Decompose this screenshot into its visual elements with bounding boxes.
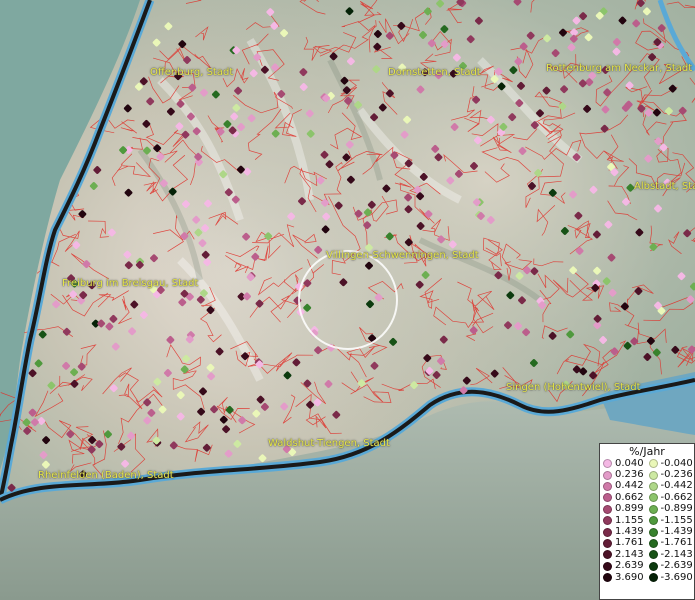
legend-row: -0.662 — [648, 491, 695, 503]
city-label-albstadt[interactable]: Albstadt, Stadt — [634, 181, 695, 192]
legend-row: -1.439 — [648, 526, 695, 538]
legend-swatch — [648, 550, 658, 560]
map-legend: %/Jahr 0.040 0.236 0.442 0.662 0.899 1.155 1.4… — [599, 443, 695, 600]
legend-row: 2.639 — [603, 561, 649, 572]
legend-value: -0.442 — [660, 480, 693, 492]
legend-value: 0.236 — [615, 469, 644, 481]
city-label-villingen[interactable]: Villingen-Schwenningen, Stadt — [326, 250, 479, 261]
legend-row: 0.040 — [603, 458, 649, 469]
legend-row: -0.899 — [648, 503, 695, 515]
legend-value: 2.143 — [615, 548, 644, 560]
legend-row: 0.899 — [603, 504, 649, 515]
legend-swatch — [603, 573, 612, 583]
legend-row: -1.155 — [648, 514, 695, 526]
legend-positive-column: 0.040 0.236 0.442 0.662 0.899 1.155 1.439 1.761… — [603, 458, 649, 583]
legend-value: -0.236 — [660, 469, 693, 481]
legend-swatch — [603, 527, 612, 537]
city-label-freiburg[interactable]: Freiburg im Breisgau, Stadt — [62, 278, 198, 289]
legend-title: %/Jahr — [629, 445, 665, 458]
legend-swatch — [603, 561, 612, 571]
selection-ring — [298, 250, 398, 350]
legend-row: -3.690 — [648, 571, 695, 583]
legend-value: -2.143 — [660, 548, 693, 560]
legend-row: 1.439 — [603, 526, 649, 537]
city-label-waldshut[interactable]: Waldshut-Tiengen, Stadt — [268, 438, 390, 449]
legend-value: -1.761 — [660, 537, 693, 549]
legend-row: -2.143 — [648, 548, 695, 560]
legend-row: 0.662 — [603, 492, 649, 503]
city-label-rheinfelden[interactable]: Rheinfelden (Baden), Stadt — [38, 470, 174, 481]
legend-swatch — [603, 459, 612, 469]
legend-swatch — [648, 538, 658, 548]
legend-value: -3.690 — [660, 571, 693, 583]
legend-value: -1.439 — [660, 526, 693, 538]
legend-swatch — [603, 550, 612, 560]
legend-value: -2.639 — [660, 560, 693, 572]
legend-row: 1.155 — [603, 515, 649, 526]
legend-value: -0.662 — [660, 491, 693, 503]
legend-swatch — [603, 481, 612, 491]
map-viewport[interactable]: Offenburg, Stadt Dornstetten, Stadt Rott… — [0, 0, 695, 600]
legend-value: 0.899 — [615, 503, 644, 515]
city-label-offenburg[interactable]: Offenburg, Stadt — [150, 67, 233, 78]
legend-value: 1.439 — [615, 526, 644, 538]
legend-row: 2.143 — [603, 549, 649, 560]
legend-value: 0.662 — [615, 491, 644, 503]
city-label-singen[interactable]: Singen (Hohentwiel), Stadt — [506, 382, 641, 393]
legend-swatch — [648, 561, 658, 571]
city-label-dornstetten[interactable]: Dornstetten, Stadt — [388, 67, 481, 78]
legend-row: 1.761 — [603, 538, 649, 549]
legend-swatch — [648, 573, 658, 583]
legend-swatch — [648, 516, 658, 526]
legend-row: -0.236 — [648, 469, 695, 481]
legend-value: 1.761 — [615, 537, 644, 549]
legend-value: 0.040 — [615, 457, 644, 469]
legend-negative-column: -0.040 -0.236 -0.442 -0.662 -0.899 -1.155 -1.4… — [648, 457, 695, 583]
legend-row: -0.040 — [648, 457, 695, 469]
legend-swatch — [603, 516, 612, 526]
legend-row: 0.442 — [603, 481, 649, 492]
legend-row: 0.236 — [603, 469, 649, 480]
city-label-rottenburg[interactable]: Rottenburg am Neckar, Stadt — [546, 63, 692, 74]
legend-value: 2.639 — [615, 560, 644, 572]
legend-value: -0.899 — [660, 503, 693, 515]
legend-swatch — [603, 470, 612, 480]
legend-value: -1.155 — [660, 514, 693, 526]
legend-swatch — [648, 459, 658, 469]
legend-swatch — [648, 493, 658, 503]
legend-swatch — [648, 504, 658, 514]
legend-row: -2.639 — [648, 560, 695, 572]
legend-swatch — [603, 538, 612, 548]
legend-value: -0.040 — [660, 457, 693, 469]
legend-value: 1.155 — [615, 514, 644, 526]
legend-row: -1.761 — [648, 537, 695, 549]
legend-value: 3.690 — [615, 571, 644, 583]
legend-swatch — [603, 504, 612, 514]
legend-row: -0.442 — [648, 480, 695, 492]
legend-row: 3.690 — [603, 572, 649, 583]
legend-swatch — [648, 470, 658, 480]
legend-swatch — [648, 527, 658, 537]
legend-value: 0.442 — [615, 480, 644, 492]
legend-swatch — [603, 493, 612, 503]
legend-swatch — [648, 481, 658, 491]
